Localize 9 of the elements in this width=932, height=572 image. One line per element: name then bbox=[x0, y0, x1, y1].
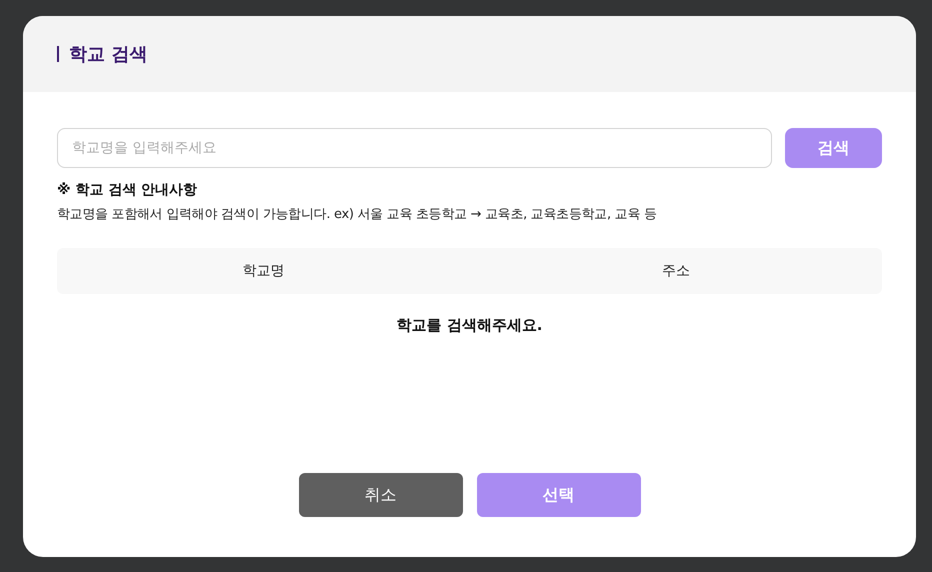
notice-heading: ※ 학교 검색 안내사항 bbox=[57, 181, 198, 199]
column-header: 주소 bbox=[662, 262, 690, 280]
school-name-field[interactable]: 학교명을 입력해주세요 bbox=[57, 128, 772, 168]
dialog-title: 학교 검색 bbox=[69, 43, 148, 66]
title-accent-bar bbox=[57, 46, 59, 62]
cancel-button[interactable]: 취소 bbox=[298, 473, 462, 517]
empty-message: 학교를 검색해주세요. bbox=[396, 316, 542, 335]
notice-text: 학교명을 포함해서 입력해야 검색이 가능합니다. ex) 서울 교육 초등학교 → 교육초, 교육초등학교, 교육 등 bbox=[57, 206, 658, 223]
column-header: 학교명 bbox=[242, 262, 284, 280]
